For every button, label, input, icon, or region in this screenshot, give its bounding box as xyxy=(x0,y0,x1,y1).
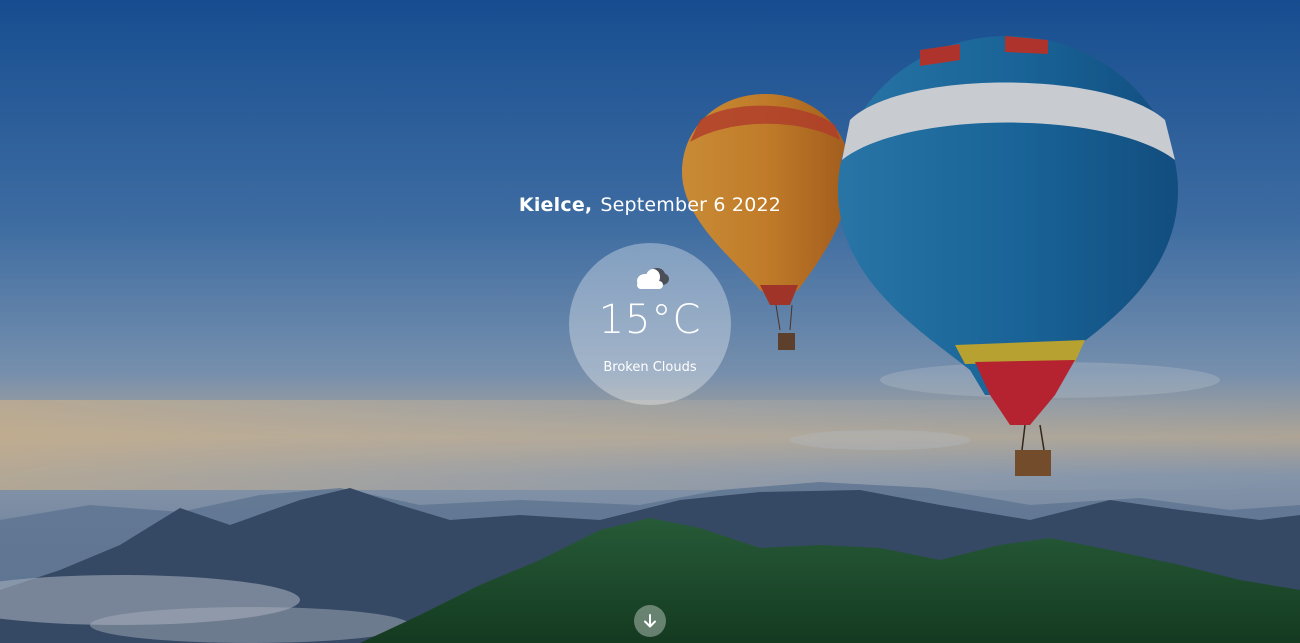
weather-description: Broken Clouds xyxy=(603,360,697,375)
temperature-value: 15°C xyxy=(598,297,702,343)
weather-card: 15°C Broken Clouds xyxy=(569,243,731,405)
city-name: Kielce, xyxy=(518,194,593,216)
date-label: September 6 2022 xyxy=(600,194,782,216)
arrow-down-icon xyxy=(644,614,656,628)
scroll-down-button[interactable] xyxy=(634,605,666,637)
weather-page: Kielce, September 6 2022 15°C Broken Clou… xyxy=(0,0,1300,643)
broken-clouds-icon xyxy=(637,268,669,289)
location-header: Kielce, September 6 2022 xyxy=(0,194,1300,216)
